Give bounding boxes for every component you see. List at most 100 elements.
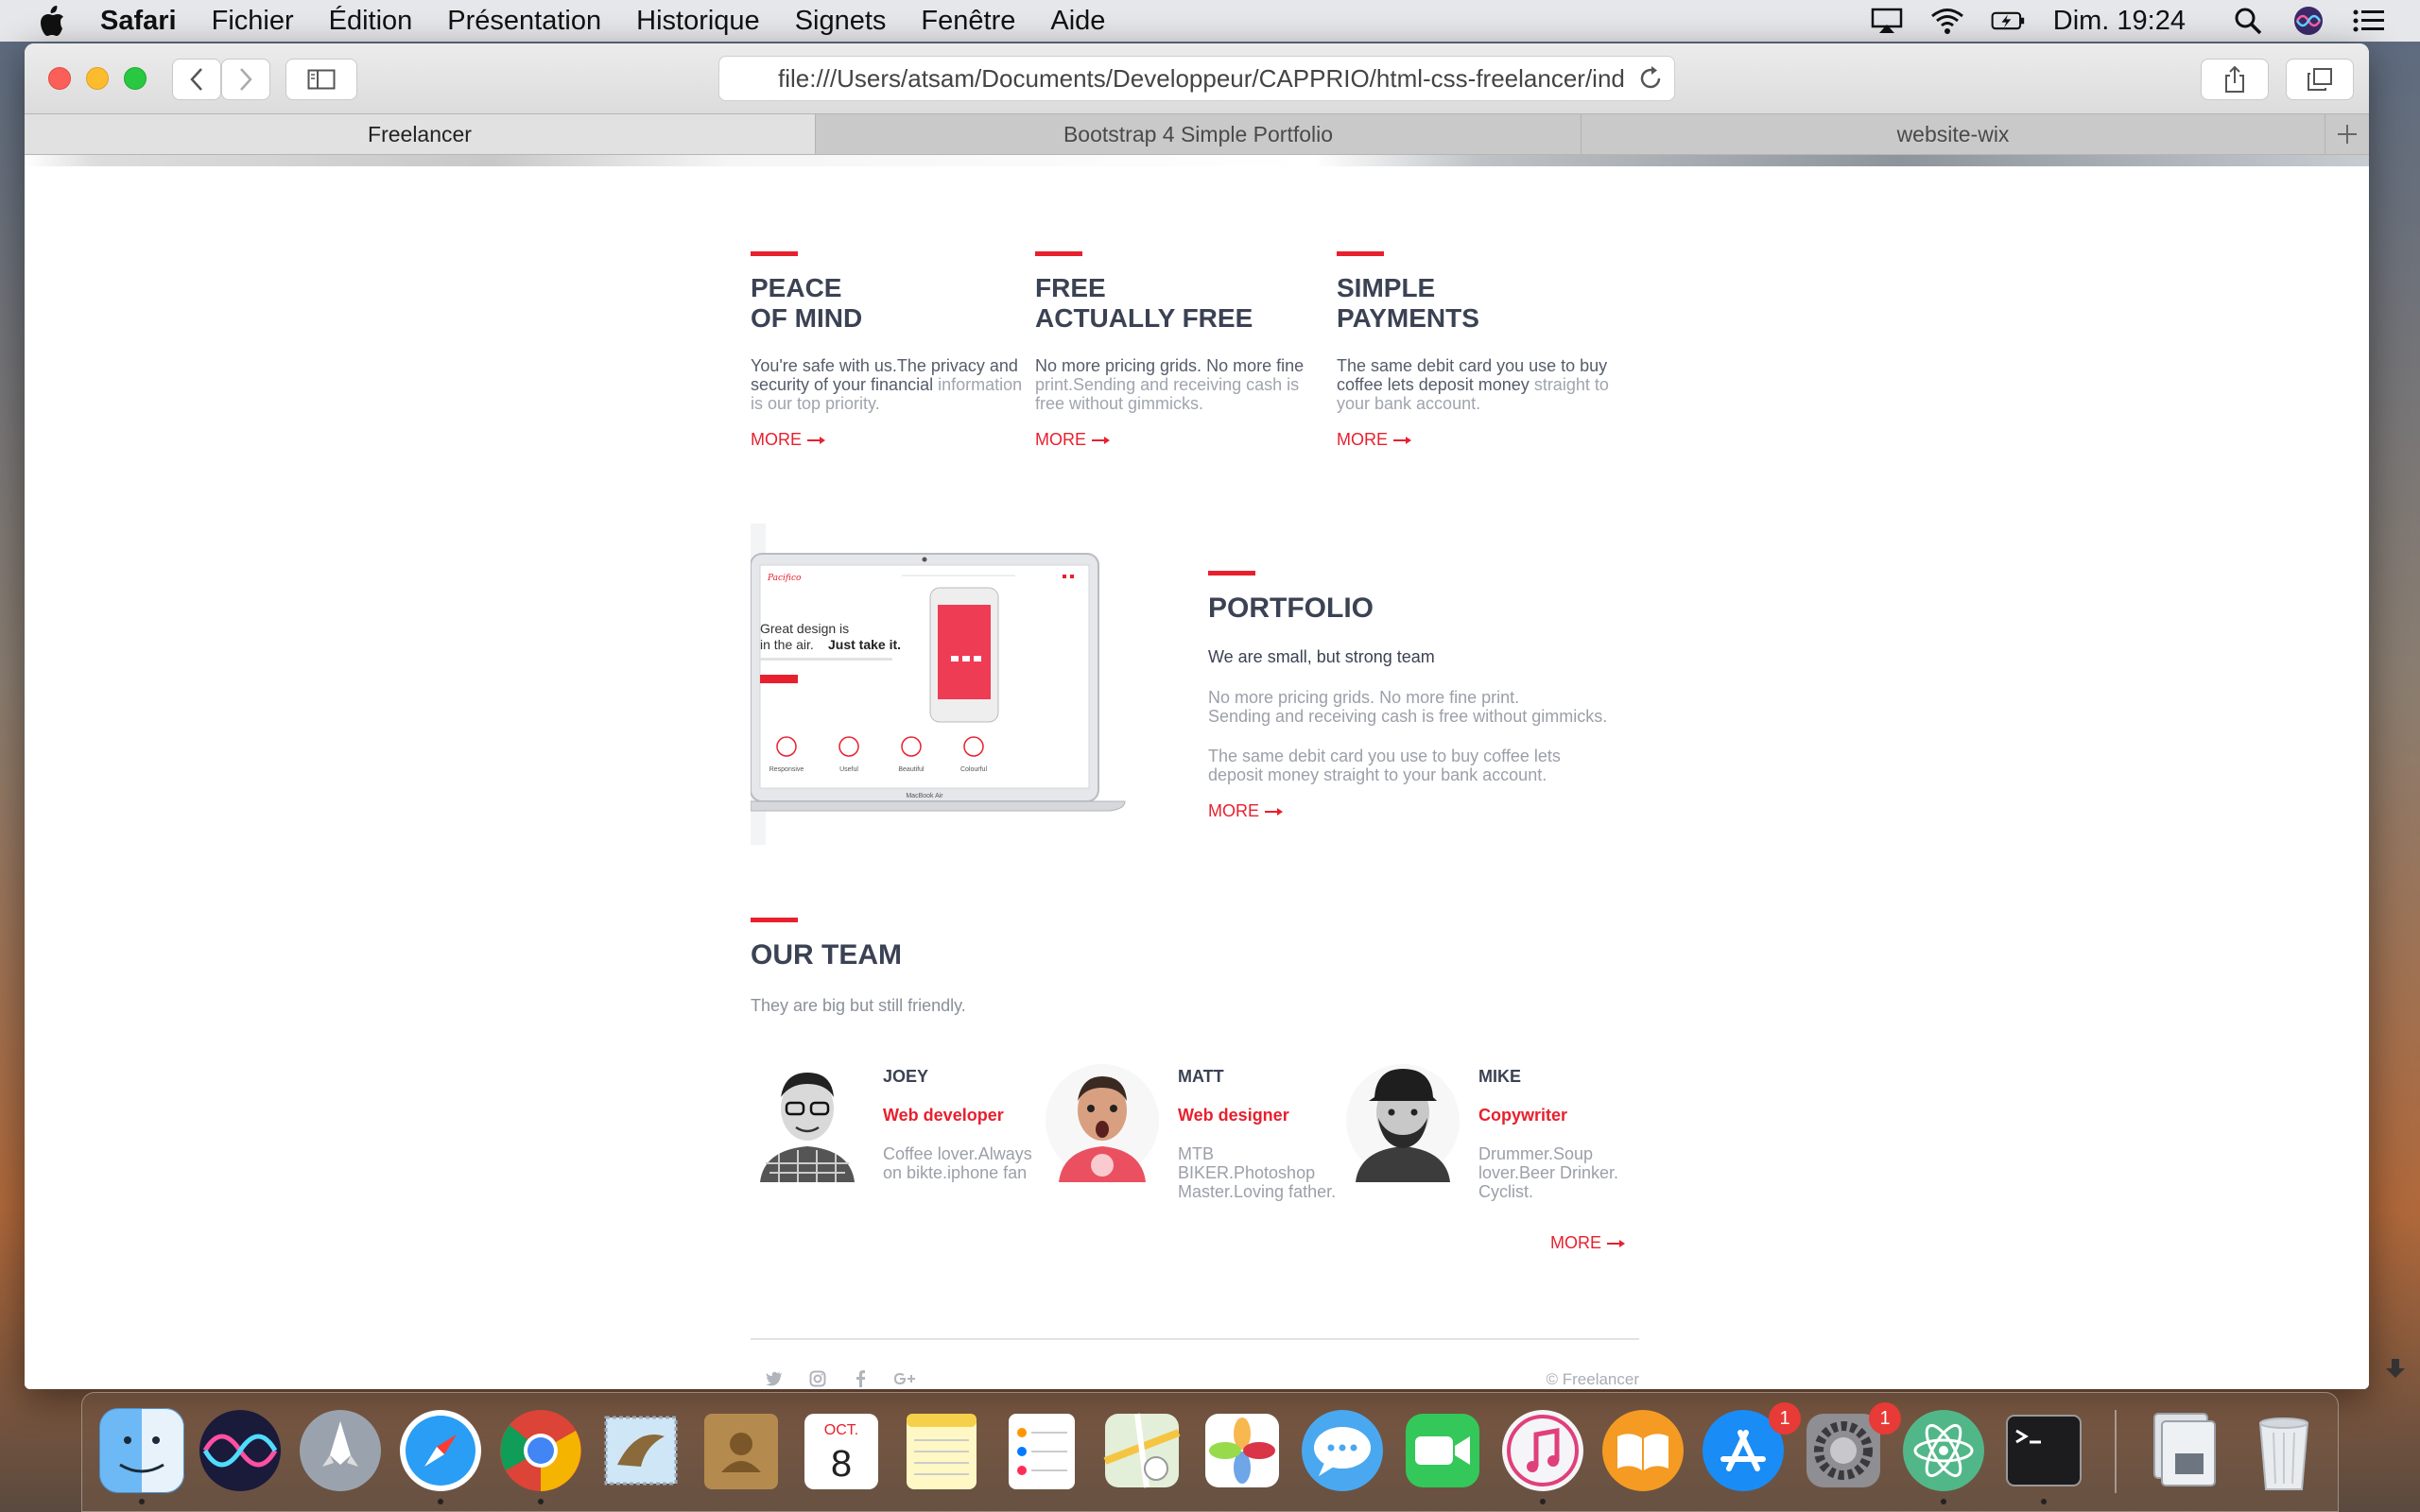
back-button[interactable] — [172, 59, 221, 100]
sidebar-toggle-button[interactable] — [285, 59, 357, 100]
safari-window: file:///Users/atsam/Documents/Developpeu… — [25, 43, 2369, 1389]
menu-presentation[interactable]: Présentation — [447, 6, 601, 37]
arrow-right-icon — [1265, 807, 1283, 816]
team-section: OUR TEAM They are big but still friendly… — [751, 918, 1649, 1201]
laptop-feature-beautiful: Beautiful — [898, 766, 925, 773]
photos-icon[interactable] — [1200, 1408, 1285, 1493]
member-info: MIKE Copywriter Drummer.Soup lover.Beer … — [1478, 1059, 1644, 1201]
toolbar: file:///Users/atsam/Documents/Developpeu… — [25, 43, 2369, 113]
menu-aide[interactable]: Aide — [1050, 6, 1105, 37]
messages-icon[interactable] — [1300, 1408, 1385, 1493]
address-bar-url: file:///Users/atsam/Documents/Developpeu… — [778, 63, 1625, 93]
member-role: Copywriter — [1478, 1106, 1568, 1125]
close-window-button[interactable] — [48, 67, 71, 90]
twitter-icon[interactable] — [762, 1366, 786, 1389]
siri-icon[interactable] — [2291, 7, 2325, 35]
notification-center-icon[interactable] — [2352, 7, 2386, 35]
tab-freelancer[interactable]: Freelancer — [25, 114, 816, 154]
terminal-icon[interactable] — [2001, 1408, 2086, 1493]
menu-safari[interactable]: Safari — [100, 6, 177, 37]
running-indicator — [438, 1499, 443, 1504]
address-bar[interactable]: file:///Users/atsam/Documents/Developpeu… — [718, 56, 1675, 101]
member-name: MIKE — [1478, 1067, 1521, 1086]
feature-description: The same debit card you use to buy coffe… — [1337, 356, 1609, 413]
member-info: MATT Web designer MTB BIKER.Photoshop Ma… — [1178, 1059, 1343, 1201]
menu-fichier[interactable]: Fichier — [212, 6, 294, 37]
menu-historique[interactable]: Historique — [636, 6, 760, 37]
airplay-icon[interactable] — [1870, 7, 1904, 35]
show-tabs-button[interactable] — [2286, 59, 2354, 100]
battery-icon[interactable] — [1991, 7, 2025, 35]
minimize-window-button[interactable] — [86, 67, 109, 90]
running-indicator — [139, 1499, 145, 1504]
accent-bar — [1208, 571, 1255, 576]
finder-icon[interactable] — [99, 1408, 184, 1493]
menu-signets[interactable]: Signets — [795, 6, 887, 37]
facetime-icon[interactable] — [1400, 1408, 1485, 1493]
web-page: PEACE OF MIND You're safe with us.The pr… — [25, 166, 2369, 1389]
footer-divider — [751, 1338, 1639, 1340]
hero-image-edge — [25, 155, 2369, 166]
portfolio-paragraph-2: The same debit card you use to buy coffe… — [1208, 747, 1561, 784]
tab-bootstrap-portfolio[interactable]: Bootstrap 4 Simple Portfolio — [816, 114, 1582, 154]
feature-peace-of-mind: PEACE OF MIND You're safe with us.The pr… — [751, 251, 1034, 450]
member-bio: Drummer.Soup lover.Beer Drinker. Cyclist… — [1478, 1144, 1619, 1201]
launchpad-icon[interactable] — [298, 1408, 383, 1493]
member-role: Web developer — [883, 1106, 1004, 1125]
running-indicator — [2041, 1499, 2047, 1504]
notes-icon[interactable] — [899, 1408, 984, 1493]
ibooks-icon[interactable] — [1600, 1408, 1685, 1493]
laptop-brand: Pacifico — [767, 574, 802, 583]
instagram-icon[interactable] — [805, 1366, 830, 1389]
feature-title: SIMPLE PAYMENTS — [1337, 273, 1479, 333]
portfolio-subtitle: We are small, but strong team — [1208, 647, 1435, 666]
share-button[interactable] — [2201, 59, 2269, 100]
team-title: OUR TEAM — [751, 939, 902, 971]
feature-simple-payments: SIMPLE PAYMENTS The same debit card you … — [1337, 251, 1620, 450]
portfolio-more-link[interactable]: MORE — [1208, 801, 1284, 821]
tab-label: Bootstrap 4 Simple Portfolio — [1063, 121, 1334, 146]
facebook-icon[interactable] — [849, 1366, 873, 1389]
spotlight-search-icon[interactable] — [2231, 7, 2265, 35]
maps-icon[interactable] — [1099, 1408, 1184, 1493]
atom-icon[interactable] — [1901, 1408, 1986, 1493]
apple-menu-icon[interactable] — [38, 5, 66, 37]
siri-icon[interactable] — [198, 1408, 283, 1493]
system-preferences-badge: 1 — [1869, 1402, 1901, 1435]
footer-copyright: © Freelancer — [1546, 1370, 1639, 1388]
menubar-clock[interactable]: Dim. 19:24 — [2053, 6, 2186, 37]
forward-button[interactable] — [221, 59, 270, 100]
menu-edition[interactable]: Édition — [329, 6, 413, 37]
google-plus-icon[interactable] — [890, 1366, 919, 1389]
tab-website-wix[interactable]: website-wix — [1582, 114, 2325, 154]
team-more-link[interactable]: MORE — [1550, 1233, 1626, 1253]
feature-actually-free: FREE ACTUALLY FREE No more pricing grids… — [1035, 251, 1319, 450]
sidebar-icon — [307, 69, 336, 90]
downloads-stack-icon[interactable] — [2141, 1408, 2226, 1493]
reminders-icon[interactable] — [999, 1408, 1084, 1493]
wifi-icon[interactable] — [1930, 7, 1964, 35]
reload-icon[interactable] — [1636, 64, 1665, 93]
member-name: MATT — [1178, 1067, 1224, 1086]
menu-fenetre[interactable]: Fenêtre — [921, 6, 1015, 37]
mail-icon[interactable] — [598, 1408, 683, 1493]
chrome-icon[interactable] — [498, 1408, 583, 1493]
running-indicator — [538, 1499, 544, 1504]
portfolio-laptop-image: Pacifico Great design is in the air. Jus… — [751, 524, 1126, 845]
laptop-feature-responsive: Responsive — [769, 766, 804, 773]
plus-icon — [2338, 125, 2357, 144]
contacts-icon[interactable] — [699, 1408, 784, 1493]
feature-more-link[interactable]: MORE — [751, 430, 826, 450]
portfolio-paragraph-1: No more pricing grids. No more fine prin… — [1208, 688, 1608, 726]
new-tab-button[interactable] — [2325, 114, 2369, 154]
app-store-badge: 1 — [1769, 1402, 1801, 1435]
calendar-icon[interactable]: OCT. 8 — [799, 1408, 884, 1493]
feature-more-link[interactable]: MORE — [1035, 430, 1111, 450]
zoom-window-button[interactable] — [124, 67, 147, 90]
trash-icon[interactable] — [2241, 1408, 2326, 1493]
itunes-icon[interactable] — [1500, 1408, 1585, 1493]
safari-icon[interactable] — [398, 1408, 483, 1493]
scroll-down-arrow-icon[interactable] — [2384, 1357, 2407, 1380]
feature-more-link[interactable]: MORE — [1337, 430, 1412, 450]
share-icon — [2225, 65, 2244, 93]
